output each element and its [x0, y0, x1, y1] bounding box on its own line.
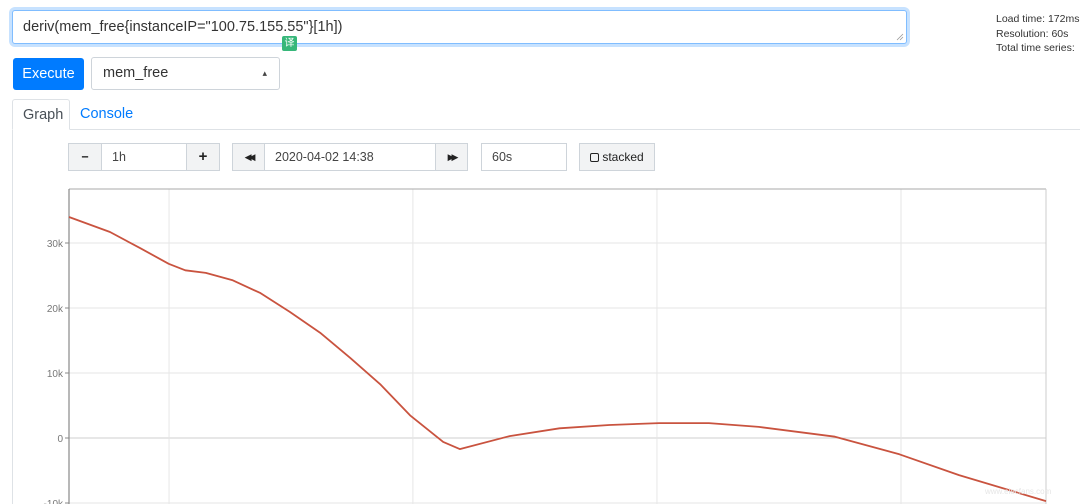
- graph-chart: -10k 0 10k 20k 30k: [44, 188, 1047, 504]
- y-tick-label: -10k: [44, 499, 64, 504]
- watermark: www.elecfans.com: [985, 487, 1052, 496]
- resolution-input[interactable]: 60s: [481, 143, 567, 171]
- resolution-stat: Resolution: 60s: [996, 27, 1069, 40]
- y-tick-label: 30k: [47, 239, 64, 250]
- load-time: Load time: 172ms: [996, 13, 1080, 25]
- metric-select[interactable]: mem_free ▴: [91, 57, 280, 90]
- y-tick-label: 10k: [47, 369, 64, 380]
- stacked-toggle-button[interactable]: stacked: [579, 143, 655, 171]
- total-time-series: Total time series:: [996, 42, 1075, 54]
- double-chevron-left-icon: ◀◀: [244, 152, 256, 162]
- end-time-input[interactable]: 2020-04-02 14:38: [264, 143, 436, 171]
- increase-range-button[interactable]: +: [186, 143, 220, 171]
- double-chevron-right-icon: ▶▶: [447, 152, 459, 162]
- tab-bar: Graph Console: [12, 99, 1080, 130]
- tab-console[interactable]: Console: [70, 99, 143, 130]
- query-stats: Load time: 172ms Resolution: 60s Total t…: [996, 12, 1079, 56]
- y-tick-label: 20k: [47, 304, 64, 315]
- decrease-range-button[interactable]: −: [68, 143, 102, 171]
- time-back-button[interactable]: ◀◀: [232, 143, 265, 171]
- execute-button[interactable]: Execute: [13, 58, 84, 90]
- metric-select-value: mem_free: [103, 65, 169, 81]
- expression-input[interactable]: [13, 11, 906, 43]
- y-tick-label: 0: [57, 434, 63, 445]
- resize-handle-icon[interactable]: [896, 33, 904, 41]
- checkbox-icon: [590, 153, 600, 162]
- expression-input-wrapper: [12, 10, 907, 44]
- series-line: [68, 216, 1047, 502]
- range-input[interactable]: 1h: [101, 143, 187, 171]
- time-forward-button[interactable]: ▶▶: [435, 143, 468, 171]
- select-caret-icon: ▴: [262, 68, 267, 78]
- tab-graph[interactable]: Graph: [12, 99, 70, 130]
- translate-badge-icon[interactable]: 译: [282, 36, 297, 51]
- stacked-label: stacked: [602, 150, 644, 164]
